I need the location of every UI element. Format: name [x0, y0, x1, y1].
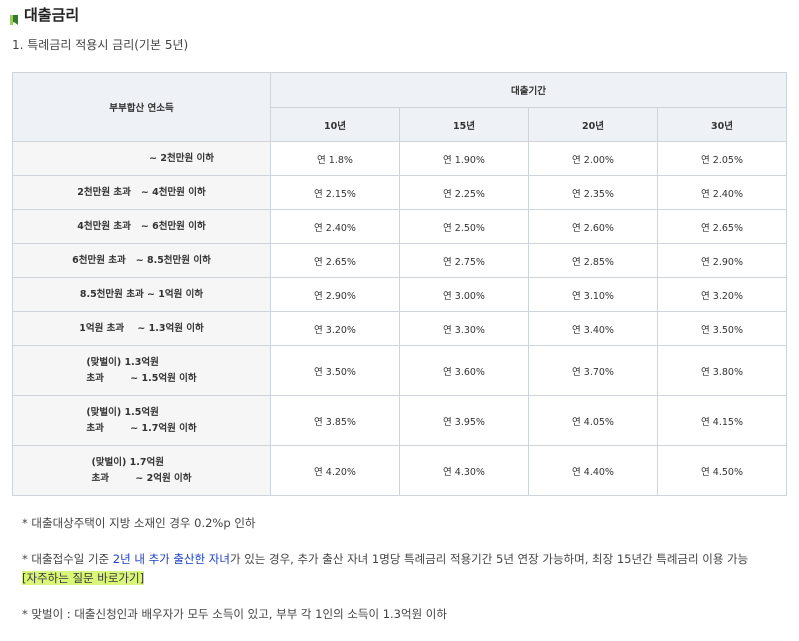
income-range-line: 초과 ~ 2억원 이하 [91, 472, 192, 484]
income-range-label: 8.5천만원 초과 ~ 1억원 이하 [12, 277, 271, 312]
rate-cell: 연 2.85% [528, 243, 658, 278]
rate-cell: 연 2.40% [270, 209, 400, 244]
income-range-line: 2천만원 초과 ~ 4천만원 이하 [77, 186, 206, 198]
rate-cell: 연 3.20% [656, 277, 788, 312]
rate-cell: 연 4.15% [656, 395, 788, 446]
rate-cell: 연 2.15% [270, 175, 400, 210]
rate-cell: 연 4.50% [656, 445, 788, 496]
rate-cell: 연 2.35% [528, 175, 658, 210]
income-range-label: 2천만원 초과 ~ 4천만원 이하 [12, 175, 271, 210]
table-row: (맞벌이) 1.3억원 초과 ~ 1.5억원 이하 연 3.50% 연 3.60% 연 … [12, 345, 788, 396]
income-range-line: (맞벌이) 1.3억원 [86, 356, 159, 368]
rate-cell: 연 2.75% [399, 243, 529, 278]
rate-cell: 연 3.20% [270, 311, 400, 346]
income-range-line: 초과 ~ 1.5억원 이하 [86, 372, 197, 384]
rate-cell: 연 2.90% [270, 277, 400, 312]
rate-cell: 연 2.25% [399, 175, 529, 210]
rate-cell: 연 4.20% [270, 445, 400, 496]
table-row: (맞벌이) 1.5억원 초과 ~ 1.7억원 이하 연 3.85% 연 3.95% 연 … [12, 395, 788, 446]
income-header: 부부합산 연소득 [12, 72, 271, 142]
note-text: 가 있는 경우, 추가 출산 자녀 1명당 특례금리 적용기간 5년 연장 가능… [229, 552, 749, 566]
rate-cell: 연 3.70% [528, 345, 658, 396]
notes: * 대출대상주택이 지방 소재인 경우 0.2%p 인하 * 대출접수일 기준 … [22, 514, 762, 641]
period-col-header: 20년 [528, 107, 658, 142]
income-range-label: (맞벌이) 1.5억원초과 ~ 1.7억원 이하 [12, 395, 271, 446]
income-range-text: 2천만원 초과 ~ 4천만원 이하 [77, 185, 205, 201]
rate-cell: 연 3.95% [399, 395, 529, 446]
rate-cell: 연 3.30% [399, 311, 529, 346]
rate-cell: 연 3.50% [270, 345, 400, 396]
faq-link[interactable]: [자주하는 질문 바로가기] [22, 571, 145, 585]
rate-cell: 연 4.40% [528, 445, 658, 496]
income-range-line: 초과 ~ 1.7억원 이하 [86, 422, 197, 434]
rate-cell: 연 1.8% [270, 141, 400, 176]
rate-cell: 연 2.40% [656, 175, 788, 210]
green-bookmark-icon [10, 10, 18, 25]
section-heading: 대출금리 [10, 4, 79, 25]
rate-cell: 연 3.50% [656, 311, 788, 346]
table-row: ~ 2천만원 이하 연 1.8% 연 1.90% 연 2.00% 연 2.05% [12, 141, 788, 176]
income-range-label: ~ 2천만원 이하 [12, 141, 271, 176]
income-range-label: 4천만원 초과 ~ 6천만원 이하 [12, 209, 271, 244]
rate-cell: 연 2.00% [528, 141, 658, 176]
rate-cell: 연 3.40% [528, 311, 658, 346]
rate-cell: 연 2.05% [656, 141, 788, 176]
income-range-text: 4천만원 초과 ~ 6천만원 이하 [77, 219, 205, 235]
rate-cell: 연 3.00% [399, 277, 529, 312]
rate-cell: 연 3.60% [399, 345, 529, 396]
income-range-text: 8.5천만원 초과 ~ 1억원 이하 [80, 287, 203, 303]
rate-cell: 연 2.65% [270, 243, 400, 278]
period-col-header: 30년 [656, 107, 788, 142]
rate-cell: 연 3.80% [656, 345, 788, 396]
note-highlight-text: 2년 내 추가 출산한 자녀 [112, 552, 230, 566]
rate-cell: 연 2.60% [528, 209, 658, 244]
income-range-text: (맞벌이) 1.3억원초과 ~ 1.5억원 이하 [86, 355, 196, 387]
income-range-line: 1억원 초과 ~ 1.3억원 이하 [79, 322, 204, 334]
income-range-line: 4천만원 초과 ~ 6천만원 이하 [77, 220, 206, 232]
table-row: 8.5천만원 초과 ~ 1억원 이하 연 2.90% 연 3.00% 연 3.10% 연… [12, 277, 788, 312]
income-range-line: (맞벌이) 1.7억원 [91, 456, 164, 468]
rate-cell: 연 2.50% [399, 209, 529, 244]
period-header: 대출기간 [269, 72, 788, 108]
table-row: 1억원 초과 ~ 1.3억원 이하 연 3.20% 연 3.30% 연 3.40% 연 … [12, 311, 788, 346]
income-range-label: 6천만원 초과 ~ 8.5천만원 이하 [12, 243, 271, 278]
income-range-label: 1억원 초과 ~ 1.3억원 이하 [12, 311, 271, 346]
income-range-text: (맞벌이) 1.5억원초과 ~ 1.7억원 이하 [86, 405, 196, 437]
note-dual-income: * 맞벌이 : 대출신청인과 배우자가 모두 소득이 있고, 부부 각 1인의 … [22, 607, 447, 621]
rate-cell: 연 4.05% [528, 395, 658, 446]
subheading: 1. 특례금리 적용시 금리(기본 5년) [12, 38, 189, 52]
income-range-text: ~ 2천만원 이하 [149, 151, 214, 167]
income-range-line: (맞벌이) 1.5억원 [86, 406, 159, 418]
note-child-extension: * 대출접수일 기준 2년 내 추가 출산한 자녀가 있는 경우, 추가 출산 … [22, 550, 762, 588]
income-range-label: (맞벌이) 1.3억원초과 ~ 1.5억원 이하 [12, 345, 271, 396]
page-title: 대출금리 [24, 6, 80, 24]
rate-cell: 연 1.90% [399, 141, 529, 176]
income-range-text: 6천만원 초과 ~ 8.5천만원 이하 [72, 253, 211, 269]
period-col-header: 10년 [270, 107, 400, 142]
income-range-label: (맞벌이) 1.7억원초과 ~ 2억원 이하 [12, 445, 271, 496]
period-col-header: 15년 [399, 107, 529, 142]
rate-table: 부부합산 연소득 대출기간 10년 15년 20년 30년 ~ 2천만원 이하연… [12, 72, 788, 496]
income-range-line: ~ 2천만원 이하 [149, 152, 214, 164]
table-row: 4천만원 초과 ~ 6천만원 이하 연 2.40% 연 2.50% 연 2.60% 연 … [12, 209, 788, 244]
table-row: (맞벌이) 1.7억원 초과 ~ 2억원 이하 연 4.20% 연 4.30% 연 4.… [12, 445, 788, 496]
table-row: 6천만원 초과 ~ 8.5천만원 이하 연 2.65% 연 2.75% 연 2.85%… [12, 243, 788, 278]
income-range-text: (맞벌이) 1.7억원초과 ~ 2억원 이하 [91, 455, 191, 487]
rate-cell: 연 3.85% [270, 395, 400, 446]
rate-cell: 연 3.10% [528, 277, 658, 312]
note-local-discount: * 대출대상주택이 지방 소재인 경우 0.2%p 인하 [22, 516, 256, 530]
income-range-line: 6천만원 초과 ~ 8.5천만원 이하 [72, 254, 211, 266]
income-range-line: 8.5천만원 초과 ~ 1억원 이하 [79, 288, 204, 300]
rate-cell: 연 4.30% [399, 445, 529, 496]
rate-cell: 연 2.65% [656, 209, 788, 244]
rate-cell: 연 2.90% [656, 243, 788, 278]
income-range-text: 1억원 초과 ~ 1.3억원 이하 [79, 321, 203, 337]
note-text: * 대출접수일 기준 [22, 552, 113, 566]
table-row: 2천만원 초과 ~ 4천만원 이하 연 2.15% 연 2.25% 연 2.35% 연 … [12, 175, 788, 210]
